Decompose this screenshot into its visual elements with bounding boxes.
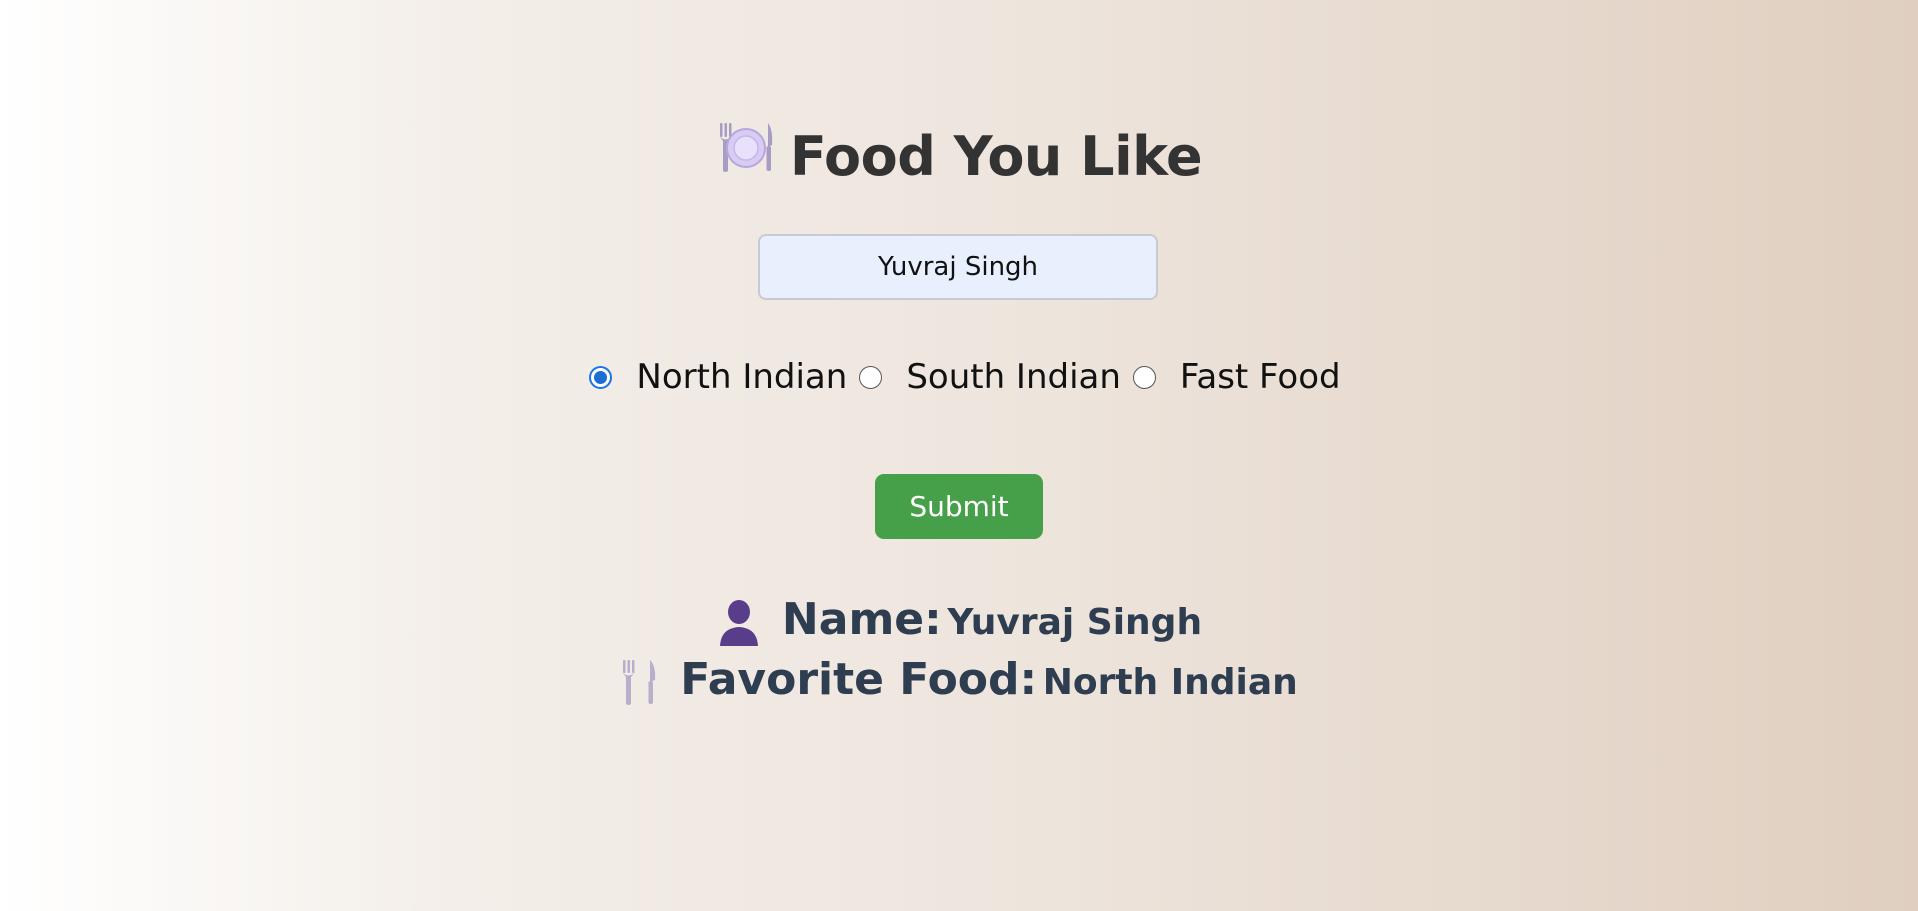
- result-food-label: Favorite Food:: [680, 654, 1038, 705]
- person-icon: [716, 598, 762, 650]
- radio-option-north-indian[interactable]: North Indian: [577, 357, 847, 397]
- radio-button-north-indian[interactable]: [589, 365, 613, 389]
- submit-button[interactable]: Submit: [875, 474, 1043, 539]
- radio-option-south-indian[interactable]: South Indian: [847, 357, 1121, 397]
- page-title-text: Food You Like: [789, 125, 1203, 188]
- radio-label-north-indian: North Indian: [636, 357, 848, 397]
- result-name-value: Yuvraj Singh: [947, 602, 1203, 643]
- radio-label-fast-food: Fast Food: [1179, 357, 1341, 397]
- result-food-line: Favorite Food: North Indian: [0, 654, 1918, 716]
- page-title: Food You Like: [0, 122, 1918, 197]
- radio-label-south-indian: South Indian: [906, 357, 1121, 397]
- result-name-line: Name: Yuvraj Singh: [0, 594, 1918, 656]
- plate-fork-knife-icon: [716, 119, 776, 193]
- result-name-label: Name:: [781, 594, 942, 645]
- name-input[interactable]: [758, 234, 1158, 300]
- radio-option-fast-food[interactable]: Fast Food: [1121, 357, 1341, 397]
- radio-button-fast-food[interactable]: [1132, 365, 1156, 389]
- fork-knife-icon: [620, 658, 660, 710]
- food-radio-group: North Indian South Indian Fast Food: [0, 352, 1918, 402]
- page: Food You Like North Indian South Indian …: [0, 0, 1918, 911]
- result-food-value: North Indian: [1042, 662, 1298, 703]
- radio-button-south-indian[interactable]: [859, 365, 883, 389]
